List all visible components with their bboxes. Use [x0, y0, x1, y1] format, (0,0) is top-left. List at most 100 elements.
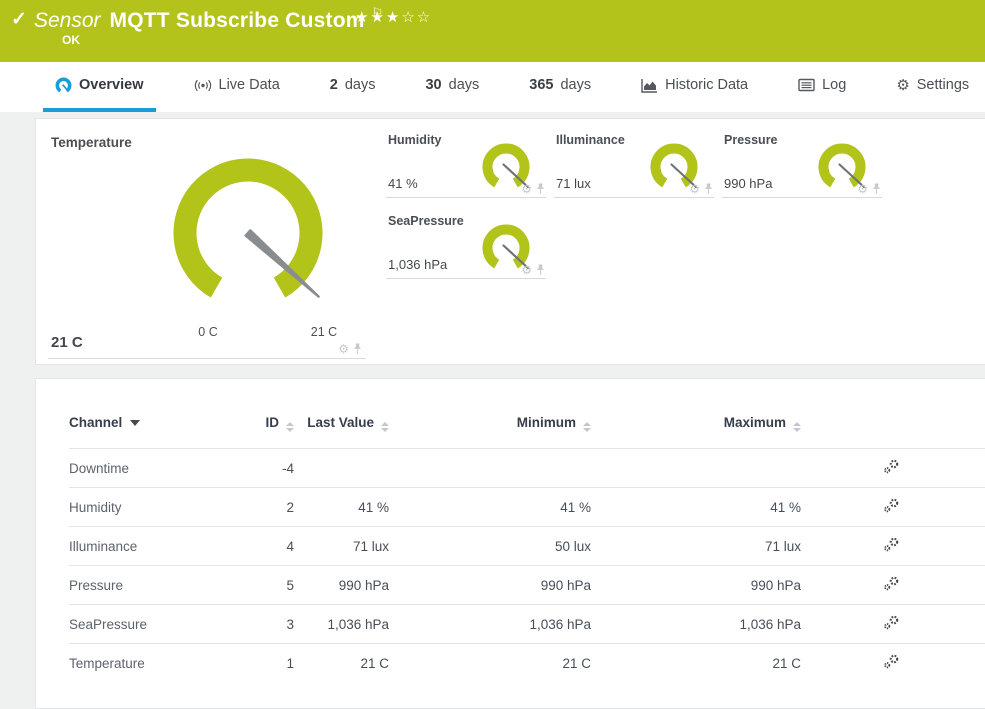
gauge-title: Pressure [724, 133, 778, 147]
stars-empty: ☆☆ [401, 9, 432, 26]
tab-label: Settings [917, 77, 969, 93]
sensor-kind-label: Sensor [34, 9, 101, 32]
channel-minimum: 1,036 hPa [389, 605, 591, 644]
channel-minimum [389, 449, 591, 488]
gauge-title: Temperature [51, 135, 132, 150]
column-label: Channel [69, 415, 122, 430]
gauge-title: Illuminance [556, 133, 625, 147]
table-row-seapressure: SeaPressure 3 1,036 hPa 1,036 hPa 1,036 … [69, 605, 985, 644]
column-label: Last Value [307, 415, 374, 430]
gauge-value: 1,036 hPa [388, 257, 447, 272]
channel-id: 3 [229, 605, 294, 644]
channel-maximum: 41 % [591, 488, 801, 527]
channel-settings-gears-icon[interactable] [883, 458, 900, 475]
channel-maximum: 71 lux [591, 527, 801, 566]
column-header-maximum[interactable]: Maximum [591, 413, 801, 449]
tab-number: 30 [425, 77, 441, 93]
sort-icon [583, 422, 591, 432]
tab-label: Historic Data [665, 77, 748, 93]
tab-2-days[interactable]: 2 days [318, 62, 388, 112]
pin-icon[interactable] [704, 183, 713, 195]
pin-icon[interactable] [536, 183, 545, 195]
table-row-temperature: Temperature 1 21 C 21 C 21 C [69, 644, 985, 683]
tab-number: 2 [330, 77, 338, 93]
gauge-scale-max: 21 C [301, 325, 347, 339]
table-row-illuminance: Illuminance 4 71 lux 50 lux 71 lux [69, 527, 985, 566]
channel-settings-gears-icon[interactable] [883, 536, 900, 553]
column-header-actions [801, 413, 985, 449]
channel-id: -4 [229, 449, 294, 488]
column-header-channel[interactable]: Channel [69, 413, 229, 449]
channel-name: SeaPressure [69, 605, 229, 644]
gauge-settings-gear-icon[interactable]: ⚙ [857, 183, 868, 195]
channel-settings-gears-icon[interactable] [883, 575, 900, 592]
column-header-id[interactable]: ID [229, 413, 294, 449]
channel-id: 1 [229, 644, 294, 683]
gauge-value: 41 % [388, 176, 418, 191]
sort-icon [381, 422, 389, 432]
channel-last-value: 990 hPa [294, 566, 389, 605]
channel-last-value: 41 % [294, 488, 389, 527]
gauges-panel: Temperature 0 C 21 C 21 C ⚙ Humidity 41 … [35, 118, 985, 365]
tab-live-data[interactable]: Live Data [182, 62, 292, 112]
channel-settings-gears-icon[interactable] [883, 614, 900, 631]
gauge-settings-gear-icon[interactable]: ⚙ [521, 264, 532, 276]
sort-desc-icon [130, 420, 140, 426]
column-header-minimum[interactable]: Minimum [389, 413, 591, 449]
tab-log[interactable]: Log [786, 62, 858, 112]
channel-name: Temperature [69, 644, 229, 683]
tab-label: days [449, 77, 480, 93]
sort-icon [793, 422, 801, 432]
tab-365-days[interactable]: 365 days [517, 62, 603, 112]
pin-icon[interactable] [536, 264, 545, 276]
stars-filled: ★★★ [355, 9, 401, 26]
tab-historic-data[interactable]: Historic Data [629, 62, 760, 112]
humidity-gauge-panel: Humidity 41 % ⚙ [386, 129, 546, 198]
sort-icon [286, 422, 294, 432]
pin-icon[interactable] [872, 183, 881, 195]
pin-icon[interactable] [353, 343, 362, 355]
channel-name: Pressure [69, 566, 229, 605]
gear-icon: ⚙ [896, 78, 909, 93]
sensor-header: ✓ SensorMQTT Subscribe Custom⚐ ★★★☆☆ OK [0, 0, 985, 62]
channel-minimum: 50 lux [389, 527, 591, 566]
channel-id: 4 [229, 527, 294, 566]
tab-label: Live Data [219, 77, 280, 93]
log-icon [798, 78, 815, 92]
gauge-value: 990 hPa [724, 176, 772, 191]
tab-settings[interactable]: ⚙ Settings [884, 62, 981, 112]
channel-maximum: 1,036 hPa [591, 605, 801, 644]
column-header-last-value[interactable]: Last Value [294, 413, 389, 449]
channel-maximum: 990 hPa [591, 566, 801, 605]
table-row-downtime: Downtime -4 [69, 449, 985, 488]
tab-30-days[interactable]: 30 days [413, 62, 491, 112]
gauge-scale-min: 0 C [185, 325, 231, 339]
channel-minimum: 990 hPa [389, 566, 591, 605]
gauge-value: 21 C [51, 334, 83, 351]
channel-id: 5 [229, 566, 294, 605]
gauge-settings-gear-icon[interactable]: ⚙ [689, 183, 700, 195]
gauge-title: Humidity [388, 133, 441, 147]
priority-stars[interactable]: ★★★☆☆ [355, 8, 432, 26]
channels-panel: Channel ID Last Value Minimum Maximum Do… [35, 378, 985, 709]
gauge-value: 71 lux [556, 176, 591, 191]
channel-last-value: 1,036 hPa [294, 605, 389, 644]
column-label: Minimum [517, 415, 576, 430]
channel-settings-gears-icon[interactable] [883, 497, 900, 514]
channel-name: Humidity [69, 488, 229, 527]
mini-gauges-grid: Humidity 41 % ⚙ Illuminance 71 lux ⚙ [386, 129, 896, 291]
tab-overview[interactable]: Overview [43, 62, 156, 112]
ok-check-icon: ✓ [11, 8, 27, 31]
gauge-settings-gear-icon[interactable]: ⚙ [338, 343, 349, 355]
gauge-icon [55, 77, 72, 94]
channels-table: Channel ID Last Value Minimum Maximum Do… [69, 413, 985, 682]
sensor-title: MQTT Subscribe Custom [110, 9, 365, 32]
gauge-settings-gear-icon[interactable]: ⚙ [521, 183, 532, 195]
channel-maximum [591, 449, 801, 488]
channel-settings-gears-icon[interactable] [883, 653, 900, 670]
broadcast-icon [194, 78, 212, 93]
temperature-gauge-panel: Temperature 0 C 21 C 21 C ⚙ [48, 129, 366, 359]
status-badge: OK [62, 33, 80, 47]
sensor-title-line: SensorMQTT Subscribe Custom⚐ [34, 5, 383, 33]
channel-last-value [294, 449, 389, 488]
